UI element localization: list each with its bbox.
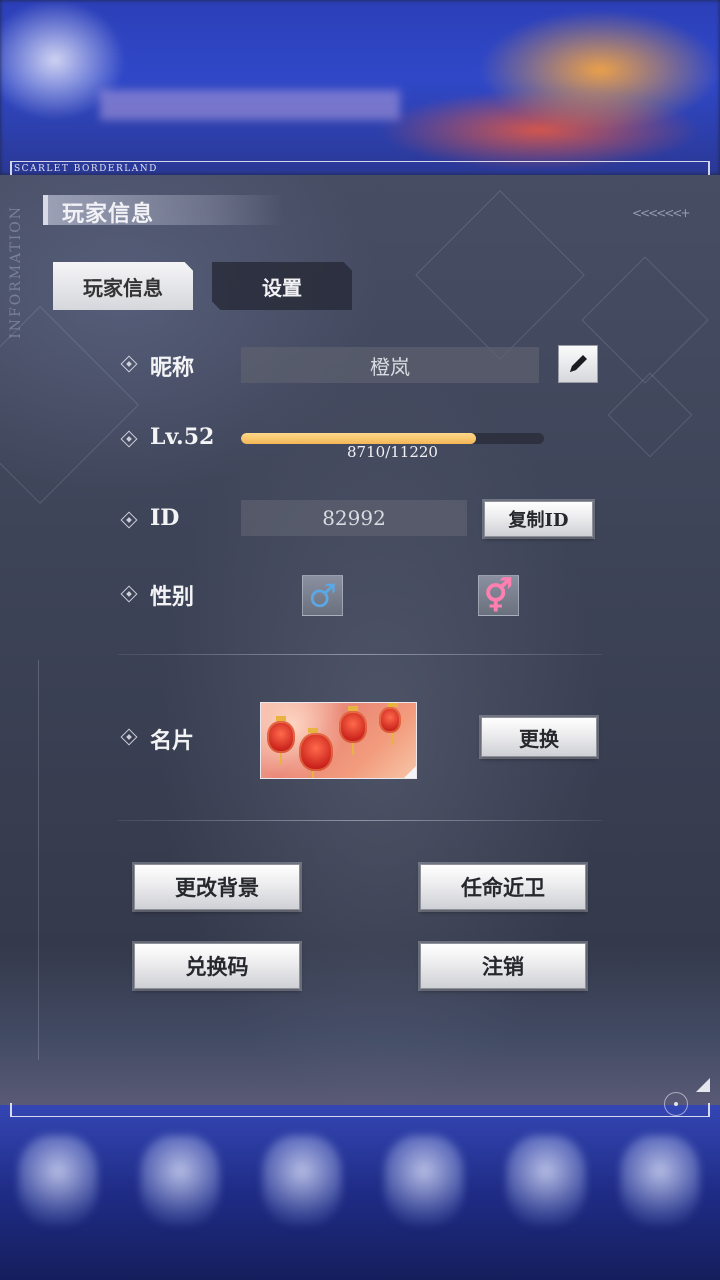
female-symbol-icon: ⚥	[484, 576, 513, 615]
nav-blur-icon	[262, 1135, 342, 1225]
section-divider	[118, 654, 602, 655]
page-title: 玩家信息	[62, 201, 155, 227]
nav-blur-icon	[140, 1135, 220, 1225]
female-gender-button[interactable]: ⚥	[478, 575, 519, 616]
id-field: 82992	[241, 500, 467, 536]
name-card-image[interactable]	[260, 702, 417, 779]
decor-diamond	[415, 190, 585, 360]
tab-player-info[interactable]: 玩家信息	[53, 262, 193, 310]
player-info-panel	[0, 175, 720, 1105]
background-banner-strip	[100, 90, 400, 120]
exp-text: 8710/11220	[347, 443, 438, 461]
nav-blur-icon	[620, 1135, 700, 1225]
appoint-guard-button[interactable]: 任命近卫	[420, 864, 586, 910]
lantern-decor	[339, 706, 367, 755]
change-card-button[interactable]: 更换	[481, 717, 597, 757]
edit-nickname-button[interactable]	[558, 345, 598, 383]
lantern-decor	[267, 716, 295, 765]
level-label: Lv.52	[150, 424, 215, 450]
section-divider	[118, 820, 602, 821]
name-card-label: 名片	[150, 728, 195, 754]
decor-diamond	[581, 256, 709, 384]
side-vertical-label: INFORMATION	[8, 205, 24, 339]
pencil-icon	[570, 355, 587, 372]
tab-settings[interactable]: 设置	[212, 262, 352, 310]
background-top-scene	[0, 0, 720, 175]
panel-frame-bottom	[10, 1103, 710, 1117]
redeem-code-button[interactable]: 兑换码	[134, 943, 300, 989]
card-corner-mark	[404, 766, 416, 778]
nav-blur-icon	[18, 1135, 98, 1225]
lantern-decor	[299, 728, 333, 778]
nav-blur-icon	[506, 1135, 586, 1225]
nickname-label: 昵称	[150, 355, 195, 381]
logout-button[interactable]: 注销	[420, 943, 586, 989]
decor-diamond	[607, 372, 693, 458]
background-bottom-nav	[0, 1105, 720, 1280]
side-rail-line	[38, 660, 39, 1060]
id-value: 82992	[322, 506, 386, 530]
nickname-value: 橙岚	[370, 354, 410, 379]
id-label: ID	[150, 505, 180, 531]
header-arrows-decor: <<<<<<+	[632, 206, 690, 220]
panel-corner-mark	[696, 1078, 710, 1092]
lantern-decor	[379, 703, 401, 745]
panel-bottom-glow	[0, 945, 720, 1105]
copy-id-button[interactable]: 复制ID	[484, 501, 593, 537]
brand-label: SCARLET BORDERLAND	[14, 164, 158, 174]
nickname-field: 橙岚	[241, 347, 539, 383]
male-symbol-icon: ♂	[308, 576, 337, 615]
change-background-button[interactable]: 更改背景	[134, 864, 300, 910]
reticle-decor-icon	[664, 1092, 688, 1116]
nav-blur-icon	[384, 1135, 464, 1225]
gender-label: 性别	[150, 584, 195, 610]
male-gender-button[interactable]: ♂	[302, 575, 343, 616]
